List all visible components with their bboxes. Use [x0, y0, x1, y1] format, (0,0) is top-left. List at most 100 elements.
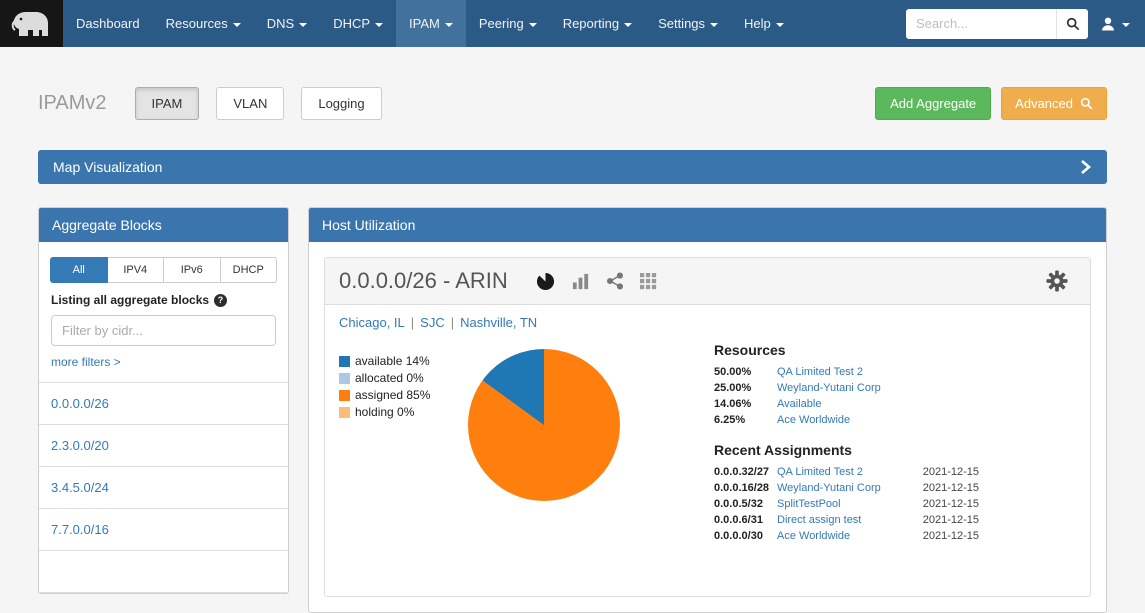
legend-label: available 14%	[355, 354, 430, 368]
assignment-row: 0.0.0.32/27QA Limited Test 22021-12-15	[714, 467, 979, 478]
user-menu[interactable]	[1088, 0, 1145, 47]
assignment-link[interactable]: Direct assign test	[777, 515, 909, 526]
app-logo[interactable]	[0, 0, 63, 47]
share-icon	[606, 272, 624, 290]
nav-label: Settings	[658, 16, 705, 31]
legend-label: assigned 85%	[355, 388, 430, 402]
nav-item-dashboard[interactable]: Dashboard	[63, 0, 153, 47]
share-view-button[interactable]	[606, 272, 624, 290]
listing-label-row: Listing all aggregate blocks ?	[51, 293, 276, 307]
aggregate-blocks-header: Aggregate Blocks	[39, 208, 288, 242]
assignment-cidr: 0.0.0.5/32	[714, 499, 777, 510]
page-header: IPAMv2 IPAM VLAN Logging Add Aggregate A…	[38, 87, 1107, 120]
view-button-logging[interactable]: Logging	[301, 87, 381, 120]
resource-percent: 50.00%	[714, 367, 777, 378]
search-button[interactable]	[1056, 9, 1088, 39]
map-visualization-header[interactable]: Map Visualization	[38, 150, 1107, 184]
advanced-label: Advanced	[1015, 96, 1073, 111]
assignment-link[interactable]: Ace Worldwide	[777, 531, 909, 542]
breadcrumb-link-sjc[interactable]: SJC	[420, 315, 445, 330]
grid-view-button[interactable]	[640, 273, 657, 290]
tab-ipv6[interactable]: IPv6	[164, 257, 221, 283]
nav-item-help[interactable]: Help	[731, 0, 797, 47]
chevron-down-icon	[529, 23, 537, 27]
recent-assignments-section: Recent Assignments 0.0.0.32/27QA Limited…	[714, 442, 979, 542]
resource-row: 14.06%Available	[714, 399, 979, 410]
nav-item-dhcp[interactable]: DHCP	[320, 0, 396, 47]
nav-label: DHCP	[333, 16, 370, 31]
pie-chart-icon	[536, 272, 555, 291]
aggregate-block-link[interactable]: 0.0.0.0/26	[39, 383, 288, 425]
help-icon[interactable]: ?	[214, 294, 227, 307]
pie-chart-view-button[interactable]	[536, 272, 555, 291]
chevron-right-icon	[1078, 159, 1092, 175]
cidr-filter-input[interactable]	[51, 315, 276, 346]
header-actions: Add Aggregate Advanced	[875, 87, 1107, 120]
top-navbar: Dashboard Resources DNS DHCP IPAM Peerin…	[0, 0, 1145, 47]
nav-item-settings[interactable]: Settings	[645, 0, 731, 47]
resource-percent: 14.06%	[714, 399, 777, 410]
resource-link[interactable]: Available	[777, 399, 821, 410]
view-button-ipam[interactable]: IPAM	[135, 87, 200, 120]
chevron-down-icon	[1122, 23, 1130, 27]
nav-label: Peering	[479, 16, 524, 31]
search-icon	[1066, 17, 1080, 31]
assignment-link[interactable]: SplitTestPool	[777, 499, 909, 510]
assignment-date: 2021-12-15	[909, 467, 979, 478]
tab-all[interactable]: All	[50, 257, 108, 283]
resource-percent: 25.00%	[714, 383, 777, 394]
bar-chart-icon	[571, 272, 590, 291]
nav-item-ipam[interactable]: IPAM	[396, 0, 466, 47]
nav-item-dns[interactable]: DNS	[254, 0, 320, 47]
resource-link[interactable]: Ace Worldwide	[777, 415, 850, 426]
assignment-link[interactable]: Weyland-Yutani Corp	[777, 483, 909, 494]
assignment-date: 2021-12-15	[909, 499, 979, 510]
aggregate-blocks-panel: Aggregate Blocks All IPV4 IPv6 DHCP List…	[38, 207, 289, 594]
aggregate-block-link-partial[interactable]	[39, 551, 288, 593]
breadcrumb-link-chicago[interactable]: Chicago, IL	[339, 315, 405, 330]
legend-item: allocated 0%	[339, 371, 465, 385]
settings-button[interactable]	[1046, 270, 1068, 292]
tab-dhcp[interactable]: DHCP	[221, 257, 278, 283]
nav-item-peering[interactable]: Peering	[466, 0, 550, 47]
chevron-down-icon	[375, 23, 383, 27]
chevron-down-icon	[710, 23, 718, 27]
assignment-cidr: 0.0.0.0/30	[714, 531, 777, 542]
aggregate-block-link[interactable]: 3.4.5.0/24	[39, 467, 288, 509]
utilization-chart-area: available 14% allocated 0% assigned 85% …	[325, 330, 1090, 547]
search-input[interactable]	[906, 9, 1056, 39]
assignment-row: 0.0.0.6/31Direct assign test2021-12-15	[714, 515, 979, 526]
stats-column: Resources 50.00%QA Limited Test 2 25.00%…	[714, 342, 979, 547]
aggregate-filter-tabs: All IPV4 IPv6 DHCP	[50, 257, 277, 283]
advanced-search-button[interactable]: Advanced	[1001, 87, 1107, 120]
assignment-row: 0.0.0.0/30Ace Worldwide2021-12-15	[714, 531, 979, 542]
map-visualization-title: Map Visualization	[53, 159, 162, 175]
nav-label: IPAM	[409, 16, 440, 31]
nav-label: DNS	[267, 16, 294, 31]
bar-chart-view-button[interactable]	[571, 272, 590, 291]
legend-item: holding 0%	[339, 405, 465, 419]
assignment-link[interactable]: QA Limited Test 2	[777, 467, 909, 478]
resource-link[interactable]: Weyland-Yutani Corp	[777, 383, 881, 394]
host-utilization-body: 0.0.0.0/26 - ARIN	[309, 242, 1106, 612]
aggregate-block-list: 0.0.0.0/26 2.3.0.0/20 3.4.5.0/24 7.7.0.0…	[39, 382, 288, 593]
view-button-vlan[interactable]: VLAN	[216, 87, 284, 120]
breadcrumb: Chicago, IL|SJC|Nashville, TN	[325, 305, 1090, 330]
search-icon	[1080, 97, 1093, 110]
tab-ipv4[interactable]: IPV4	[108, 257, 165, 283]
legend-swatch-holding	[339, 407, 350, 418]
nav-label: Resources	[166, 16, 228, 31]
recent-assignments-title: Recent Assignments	[714, 442, 979, 458]
assignment-date: 2021-12-15	[909, 531, 979, 542]
resource-link[interactable]: QA Limited Test 2	[777, 367, 863, 378]
nav-item-resources[interactable]: Resources	[153, 0, 254, 47]
add-aggregate-button[interactable]: Add Aggregate	[875, 87, 991, 120]
breadcrumb-separator: |	[451, 315, 454, 330]
aggregate-block-link[interactable]: 2.3.0.0/20	[39, 425, 288, 467]
aggregate-block-link[interactable]: 7.7.0.0/16	[39, 509, 288, 551]
chevron-down-icon	[624, 23, 632, 27]
breadcrumb-link-nashville[interactable]: Nashville, TN	[460, 315, 537, 330]
more-filters-link[interactable]: more filters >	[51, 355, 121, 369]
nav-item-reporting[interactable]: Reporting	[550, 0, 645, 47]
host-utilization-panel: Host Utilization 0.0.0.0/26 - ARIN	[308, 207, 1107, 613]
